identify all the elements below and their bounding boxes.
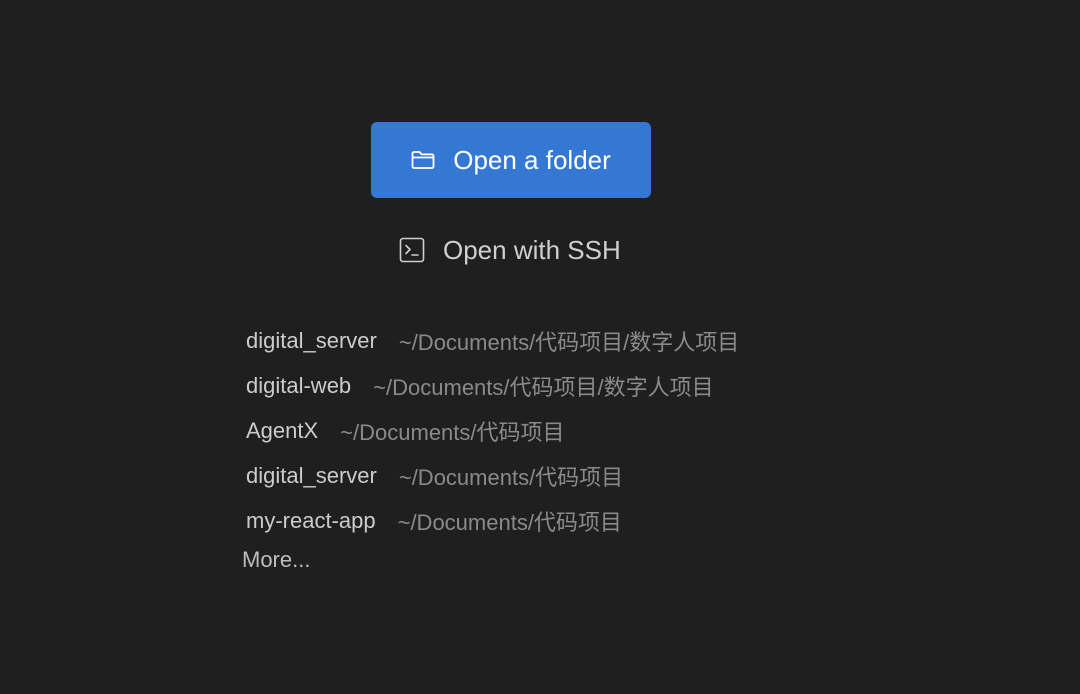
recent-project-name: my-react-app <box>246 507 376 533</box>
recent-project-path: ~/Documents/代码项目/数字人项目 <box>373 374 714 400</box>
recent-project-name: AgentX <box>246 417 319 443</box>
recent-project-name: digital-web <box>246 372 352 398</box>
recent-project-path: ~/Documents/代码项目 <box>398 464 624 490</box>
welcome-screen: Open a folder Open with SSH digital_serv… <box>0 0 1080 694</box>
open-folder-button[interactable]: Open a folder <box>371 122 651 198</box>
recent-project-path: ~/Documents/代码项目/数字人项目 <box>398 329 740 355</box>
recent-project-path: ~/Documents/代码项目 <box>340 419 565 445</box>
recent-project-item[interactable]: digital_server ~/Documents/代码项目/数字人项目 <box>246 318 739 363</box>
recent-projects-list: digital_server ~/Documents/代码项目/数字人项目 di… <box>246 318 739 543</box>
open-ssh-button[interactable]: Open with SSH <box>399 228 621 272</box>
recent-project-item[interactable]: my-react-app ~/Documents/代码项目 <box>246 498 739 543</box>
recent-project-name: digital_server <box>246 327 377 353</box>
recent-project-name: digital_server <box>246 462 377 488</box>
recent-project-path: ~/Documents/代码项目 <box>397 509 622 535</box>
terminal-icon <box>399 237 425 263</box>
recent-project-item[interactable]: digital-web ~/Documents/代码项目/数字人项目 <box>246 363 739 408</box>
more-recent-link[interactable]: More... <box>242 543 310 577</box>
recent-project-item[interactable]: AgentX ~/Documents/代码项目 <box>246 408 739 453</box>
folder-icon <box>411 150 435 170</box>
open-folder-label: Open a folder <box>453 144 611 175</box>
recent-project-item[interactable]: digital_server ~/Documents/代码项目 <box>246 453 739 498</box>
open-ssh-label: Open with SSH <box>443 234 621 265</box>
